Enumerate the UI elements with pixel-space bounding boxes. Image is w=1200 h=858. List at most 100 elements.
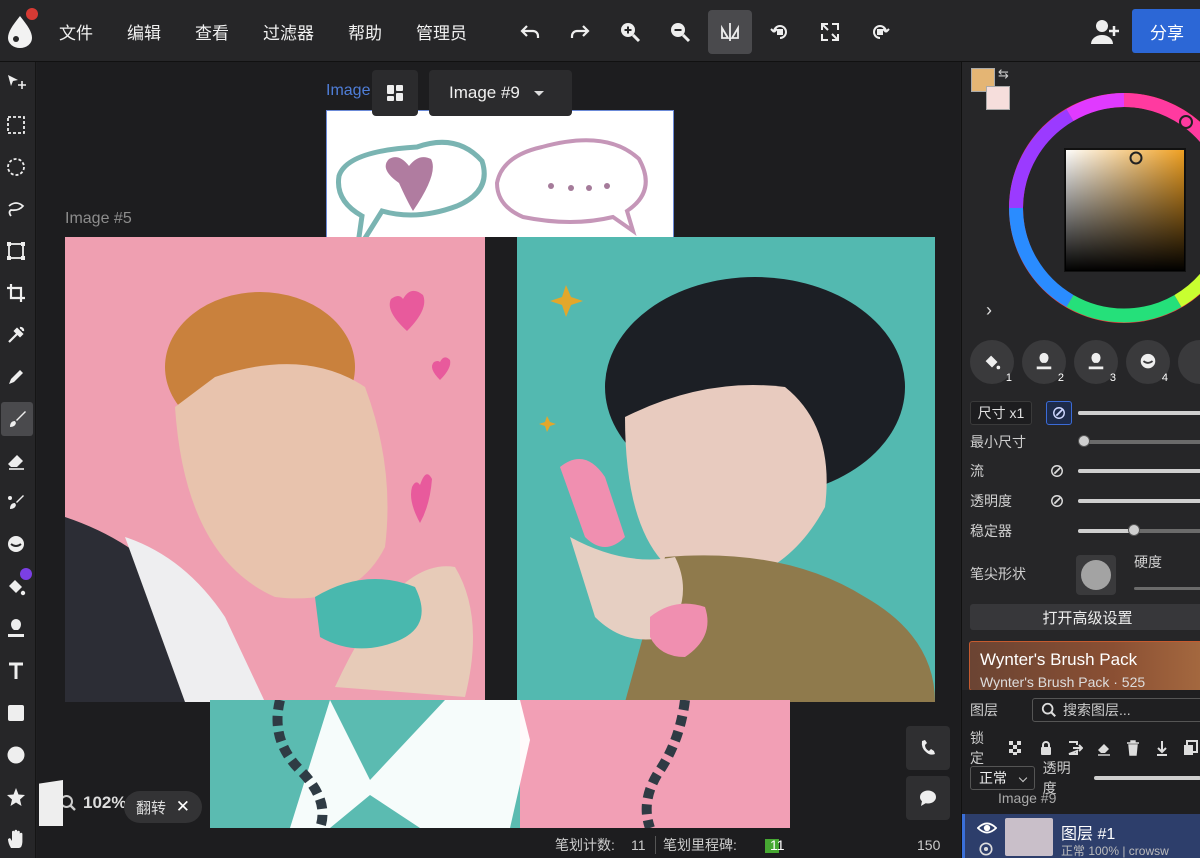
rotate-left-icon — [770, 25, 787, 39]
flow-slider[interactable] — [1078, 469, 1200, 473]
close-icon[interactable]: ✕ — [176, 797, 190, 817]
flip-canvas-button[interactable] — [708, 10, 752, 54]
zoom-out-button[interactable] — [658, 10, 702, 54]
duplicate-layer-icon[interactable] — [1182, 738, 1200, 758]
chevron-right-icon[interactable]: › — [986, 300, 992, 321]
stabilizer-knob[interactable] — [1128, 524, 1140, 536]
tool-eyedropper[interactable] — [0, 318, 32, 352]
size-pressure-toggle[interactable] — [1046, 401, 1072, 425]
add-user-icon[interactable] — [1090, 18, 1120, 46]
eraser-icon — [8, 455, 24, 470]
flow-pressure-toggle[interactable] — [1048, 462, 1066, 480]
tool-hand[interactable] — [0, 822, 32, 856]
tool-rect-select[interactable] — [0, 108, 32, 142]
menu-view[interactable]: 查看 — [178, 19, 246, 44]
color-wheel[interactable] — [1004, 88, 1200, 328]
tool-brush[interactable] — [1, 402, 33, 436]
stroke-count-value: 11 — [631, 837, 646, 853]
opacity-pressure-toggle[interactable] — [1048, 492, 1066, 510]
layer-opacity-slider[interactable] — [1093, 776, 1200, 780]
min-size-knob[interactable] — [1078, 435, 1090, 447]
zoom-in-icon — [621, 23, 641, 43]
stabilizer-label: 稳定器 — [970, 523, 1012, 539]
merge-down-icon[interactable] — [1153, 738, 1172, 758]
opacity-slider[interactable] — [1078, 499, 1200, 503]
fullscreen-button[interactable] — [808, 10, 852, 54]
delete-layer-icon[interactable] — [1124, 738, 1143, 758]
brush-preset-3[interactable]: 3 — [1074, 340, 1118, 384]
share-button[interactable]: 分享 — [1132, 9, 1200, 53]
tool-smudge[interactable] — [0, 528, 32, 562]
tool-crop[interactable] — [0, 276, 32, 310]
tool-ellipse[interactable] — [0, 738, 32, 772]
layer-thumbnail — [1005, 818, 1053, 856]
eye-icon[interactable] — [977, 818, 997, 838]
canvas-area[interactable]: Image #5 Image Image #9 102% 翻转 ✕ 笔划计数: … — [37, 62, 960, 858]
tool-lasso[interactable] — [0, 192, 32, 226]
lock-transparency-icon[interactable] — [1007, 738, 1026, 758]
voice-call-button[interactable] — [906, 726, 950, 770]
chat-button[interactable] — [906, 776, 950, 820]
tool-ellipse-select[interactable] — [0, 150, 32, 184]
image-selector[interactable]: Image #9 — [429, 70, 572, 116]
tool-stamp[interactable] — [0, 612, 32, 646]
blend-mode-select[interactable]: 正常 — [970, 766, 1035, 790]
undo-button[interactable] — [508, 10, 552, 54]
redo-button[interactable] — [558, 10, 602, 54]
layer-search-placeholder: 搜索图层... — [1063, 702, 1131, 718]
menu-help[interactable]: 帮助 — [331, 19, 399, 44]
main-menu: 文件 编辑 查看 过滤器 帮助 管理员 — [42, 0, 484, 62]
image9-label: Image — [326, 82, 371, 99]
swap-colors-icon[interactable]: ⇆ — [998, 66, 1009, 82]
image-selector-value: Image #9 — [449, 83, 520, 102]
move-layer-icon[interactable] — [1065, 738, 1084, 758]
tool-move[interactable] — [0, 66, 32, 100]
layer-settings-icon[interactable] — [977, 840, 995, 858]
size-multiplier-button[interactable]: 尺寸 x1 — [970, 401, 1032, 425]
lock-icon[interactable] — [1036, 738, 1055, 758]
paint-bucket-icon — [9, 580, 26, 596]
preset-number: 3 — [1109, 372, 1116, 384]
brush-preset-1[interactable]: 1 — [970, 340, 1014, 384]
clear-layer-icon[interactable] — [1094, 738, 1113, 758]
lasso-icon — [8, 202, 25, 217]
menu-admin[interactable]: 管理员 — [399, 19, 484, 44]
text-icon — [9, 662, 23, 679]
layer-row[interactable]: 图层 #1 正常 100% | crowsw — [962, 814, 1200, 858]
phone-icon — [921, 740, 935, 755]
tool-blend[interactable] — [0, 486, 32, 520]
menu-file[interactable]: 文件 — [42, 19, 110, 44]
zoom-indicator[interactable]: 102% — [39, 780, 126, 826]
brush-icon — [10, 411, 26, 427]
size-slider[interactable] — [1078, 411, 1200, 415]
zoom-in-button[interactable] — [608, 10, 652, 54]
image5-label: Image #5 — [65, 210, 132, 227]
brush-preset-4[interactable]: 4 — [1126, 340, 1170, 384]
tool-rectangle[interactable] — [0, 696, 32, 730]
undo-icon — [520, 25, 540, 38]
blend-mode-value: 正常 — [979, 770, 1007, 786]
brush-preset-2[interactable]: 2 — [1022, 340, 1066, 384]
tip-shape-button[interactable] — [1076, 555, 1116, 595]
rotate-right-button[interactable] — [858, 10, 902, 54]
brush-pack-banner[interactable]: Wynter's Brush Pack Wynter's Brush Pack … — [969, 641, 1200, 691]
layout-button[interactable] — [372, 70, 418, 116]
tool-pencil[interactable] — [0, 360, 32, 394]
tool-star[interactable] — [0, 780, 32, 814]
tool-text[interactable] — [0, 654, 32, 688]
layer-search-input[interactable]: 搜索图层... — [1032, 698, 1200, 722]
tool-transform[interactable] — [0, 234, 32, 268]
preset-number: 1 — [1005, 372, 1012, 384]
menu-edit[interactable]: 编辑 — [110, 19, 178, 44]
hardness-slider[interactable] — [1134, 587, 1200, 590]
app-logo[interactable] — [6, 8, 38, 48]
min-size-slider[interactable] — [1082, 440, 1200, 444]
brush-preset-5[interactable] — [1178, 340, 1200, 384]
advanced-settings-button[interactable]: 打开高级设置 — [970, 604, 1200, 630]
menu-filter[interactable]: 过滤器 — [246, 19, 331, 44]
tool-fill[interactable] — [0, 570, 32, 604]
tool-eraser[interactable] — [0, 444, 32, 478]
rotate-left-button[interactable] — [758, 10, 802, 54]
image5-artwork[interactable] — [65, 237, 935, 702]
phone-cord-strip[interactable] — [210, 700, 790, 828]
